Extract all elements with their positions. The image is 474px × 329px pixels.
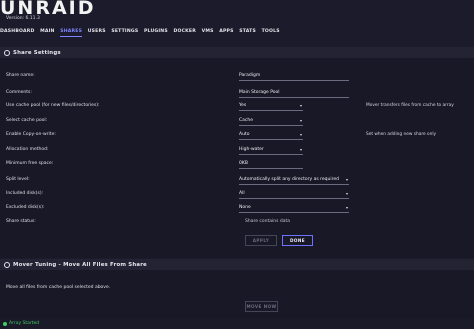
share-name-input[interactable]: Paradigm: [239, 72, 349, 81]
included-select[interactable]: All: [239, 190, 349, 199]
use-cache-value: Yes: [239, 103, 247, 108]
select-cache-label: Select cache pool:: [6, 118, 48, 123]
split-level-row: Split level:: [6, 175, 468, 187]
move-now-button[interactable]: MOVE NOW: [245, 301, 278, 312]
included-value: All: [239, 191, 245, 196]
share-settings-header: Share Settings: [0, 47, 474, 58]
split-level-value: Automatically split any directory as req…: [239, 177, 339, 182]
use-cache-row: Use cache pool (for new files/directorie…: [6, 101, 468, 113]
chevron-down-icon: [300, 134, 302, 136]
mover-header: Mover Tuning - Move All Files From Share: [0, 259, 474, 270]
select-cache-value: Cache: [239, 118, 253, 123]
comments-input[interactable]: Main Storage Pool: [239, 89, 349, 98]
select-cache-select[interactable]: Cache: [239, 117, 303, 126]
nav-stats[interactable]: STATS: [239, 27, 256, 37]
share-name-value: Paradigm: [239, 73, 261, 78]
excluded-select[interactable]: None: [239, 204, 349, 213]
status-bar: Array Started: [0, 319, 474, 329]
min-free-value: 0KB: [239, 161, 248, 166]
mover-title: Mover Tuning - Move All Files From Share: [13, 261, 147, 268]
allocation-value: High-water: [239, 147, 264, 152]
mover-desc-row: Move all files from cache pool selected …: [6, 283, 468, 295]
min-free-row: Minimum free space:: [6, 159, 468, 171]
share-name-row: Share name:: [6, 71, 468, 83]
chevron-down-icon: [346, 193, 348, 195]
excluded-value: None: [239, 205, 251, 210]
min-free-input[interactable]: 0KB: [239, 160, 303, 169]
share-name-label: Share name:: [6, 73, 35, 78]
chevron-down-icon: [346, 179, 348, 181]
comments-label: Comments:: [6, 90, 32, 95]
array-status: Array Started: [9, 321, 40, 326]
allocation-select[interactable]: High-water: [239, 146, 303, 155]
copy-on-write-value: Auto: [239, 132, 250, 137]
allocation-label: Allocation method:: [6, 147, 49, 152]
chevron-down-icon: [300, 105, 302, 107]
use-cache-select[interactable]: Yes: [239, 102, 303, 111]
copy-on-write-label: Enable Copy-on-write:: [6, 132, 56, 137]
nav-shares[interactable]: SHARES: [60, 27, 83, 37]
split-level-select[interactable]: Automatically split any directory as req…: [239, 176, 349, 185]
nav-plugins[interactable]: PLUGINS: [144, 27, 168, 37]
allocation-row: Allocation method:: [6, 145, 468, 157]
gear-icon: [4, 261, 10, 268]
chevron-down-icon: [300, 149, 302, 151]
nav-dashboard[interactable]: DASHBOARD: [0, 27, 35, 37]
nav-users[interactable]: USERS: [88, 27, 106, 37]
nav-tools[interactable]: TOOLS: [262, 27, 280, 37]
nav-vms[interactable]: VMS: [202, 27, 214, 37]
share-status-value: Share contains data: [245, 219, 291, 224]
copy-on-write-note: Set when adding new share only: [366, 132, 437, 137]
included-label: Included disk(s):: [6, 191, 44, 196]
comments-row: Comments:: [6, 88, 468, 100]
copy-on-write-select[interactable]: Auto: [239, 131, 303, 140]
nav-main[interactable]: MAIN: [40, 27, 54, 37]
included-row: Included disk(s):: [6, 189, 468, 201]
excluded-label: Excluded disk(s):: [6, 205, 45, 210]
min-free-label: Minimum free space:: [6, 161, 54, 166]
nav-apps[interactable]: APPS: [219, 27, 233, 37]
chevron-down-icon: [300, 120, 302, 122]
comments-value: Main Storage Pool: [239, 90, 280, 95]
nav-settings[interactable]: SETTINGS: [111, 27, 138, 37]
split-level-label: Split level:: [6, 177, 30, 182]
select-cache-row: Select cache pool:: [6, 116, 468, 128]
gear-icon: [4, 49, 10, 56]
version-label: Version: 6.11.3: [6, 16, 40, 21]
main-nav: DASHBOARD MAIN SHARES USERS SETTINGS PLU…: [0, 27, 474, 37]
use-cache-note: Mover transfers files from cache to arra…: [366, 103, 454, 108]
copy-on-write-row: Enable Copy-on-write: Set when adding ne…: [6, 130, 468, 142]
status-row: Share status: Share contains data: [6, 217, 468, 229]
chevron-down-icon: [346, 207, 348, 209]
mover-description: Move all files from cache pool selected …: [6, 285, 111, 290]
use-cache-label: Use cache pool (for new files/directorie…: [6, 103, 100, 108]
status-dot-icon: [3, 322, 7, 326]
excluded-row: Excluded disk(s):: [6, 203, 468, 215]
nav-docker[interactable]: DOCKER: [173, 27, 196, 37]
share-status-label: Share status:: [6, 219, 36, 224]
done-button[interactable]: DONE: [282, 235, 313, 246]
apply-button[interactable]: APPLY: [245, 235, 277, 246]
share-settings-title: Share Settings: [13, 49, 61, 56]
